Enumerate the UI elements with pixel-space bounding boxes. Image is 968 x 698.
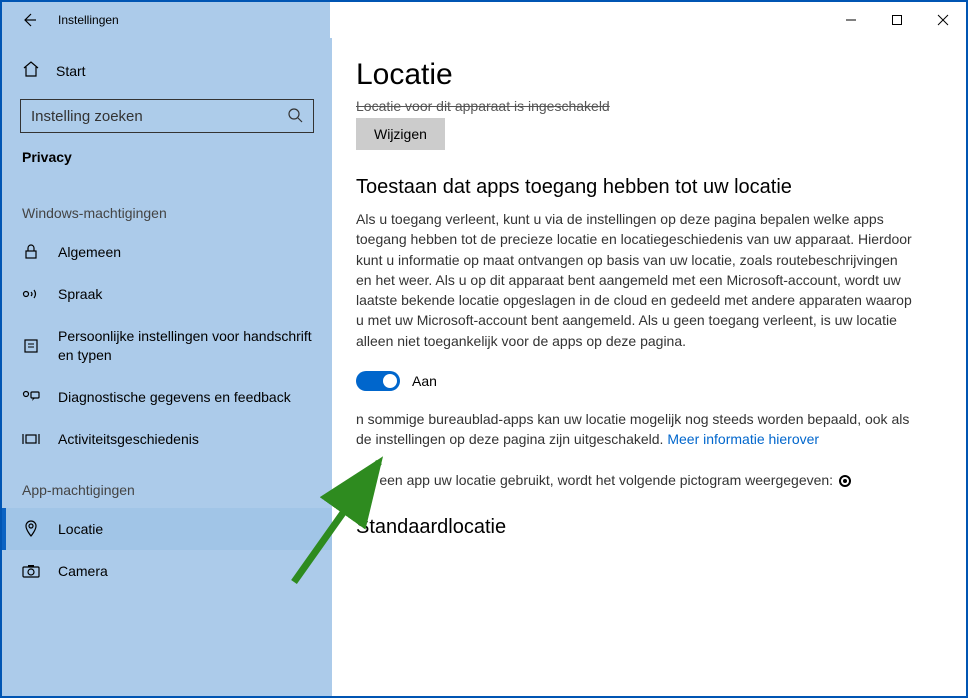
sidebar-item-diagnostics[interactable]: Diagnostische gegevens en feedback — [2, 376, 332, 418]
lock-icon — [22, 243, 40, 261]
indicator-description: Als een app uw locatie gebruikt, wordt h… — [356, 470, 916, 490]
home-label: Start — [56, 63, 86, 79]
sidebar-item-camera[interactable]: Camera — [2, 550, 332, 592]
category-label: Privacy — [2, 149, 332, 183]
sidebar-item-speech[interactable]: Spraak — [2, 273, 332, 315]
allow-apps-heading: Toestaan dat apps toegang hebben tot uw … — [356, 176, 930, 199]
search-input-container[interactable] — [20, 99, 314, 133]
search-input[interactable] — [31, 108, 276, 125]
sidebar-item-label: Diagnostische gegevens en feedback — [58, 388, 291, 406]
location-toggle[interactable] — [356, 371, 400, 391]
section-app-permissions: App-machtigingen — [2, 460, 332, 508]
toggle-knob — [383, 374, 397, 388]
window-controls — [828, 2, 966, 38]
device-status-text: Locatie voor dit apparaat is ingeschakel… — [356, 98, 930, 114]
activity-icon — [22, 430, 40, 448]
change-button[interactable]: Wijzigen — [356, 118, 445, 150]
content-area: Locatie Locatie voor dit apparaat is ing… — [332, 38, 966, 696]
location-toggle-row: Aan — [356, 371, 930, 391]
default-location-heading: Standaardlocatie — [356, 516, 930, 539]
allow-apps-description: Als u toegang verleent, kunt u via de in… — [356, 209, 916, 351]
inking-icon — [22, 337, 40, 355]
sidebar-item-general[interactable]: Algemeen — [2, 231, 332, 273]
close-button[interactable] — [920, 2, 966, 38]
window-title: Instellingen — [58, 13, 119, 27]
sidebar-item-label: Algemeen — [58, 243, 121, 261]
sidebar-item-label: Activiteitsgeschiedenis — [58, 430, 199, 448]
feedback-icon — [22, 388, 40, 406]
maximize-button[interactable] — [874, 2, 920, 38]
location-icon — [22, 520, 40, 538]
camera-icon — [22, 562, 40, 580]
sidebar-item-location[interactable]: Locatie — [2, 508, 332, 550]
sidebar-item-label: Persoonlijke instellingen voor handschri… — [58, 327, 312, 363]
page-title: Locatie — [356, 58, 930, 92]
speech-icon — [22, 285, 40, 303]
section-windows-permissions: Windows-machtigingen — [2, 183, 332, 231]
more-info-link[interactable]: Meer informatie hierover — [667, 431, 819, 447]
sidebar-item-activity[interactable]: Activiteitsgeschiedenis — [2, 418, 332, 460]
titlebar: Instellingen — [2, 2, 966, 38]
minimize-button[interactable] — [828, 2, 874, 38]
sidebar-item-inking[interactable]: Persoonlijke instellingen voor handschri… — [2, 315, 332, 375]
back-icon[interactable] — [20, 11, 38, 29]
sidebar-item-label: Camera — [58, 562, 108, 580]
search-icon — [287, 107, 303, 126]
home-button[interactable]: Start — [2, 52, 332, 89]
location-indicator-icon — [839, 475, 851, 487]
home-icon — [22, 60, 40, 81]
toggle-label: Aan — [412, 373, 437, 389]
sidebar-item-label: Locatie — [58, 520, 103, 538]
sidebar-item-label: Spraak — [58, 285, 102, 303]
desktop-apps-note: n sommige bureaublad-apps kan uw locatie… — [356, 409, 916, 450]
sidebar: Start Privacy Windows-machtigingen Algem… — [2, 38, 332, 696]
